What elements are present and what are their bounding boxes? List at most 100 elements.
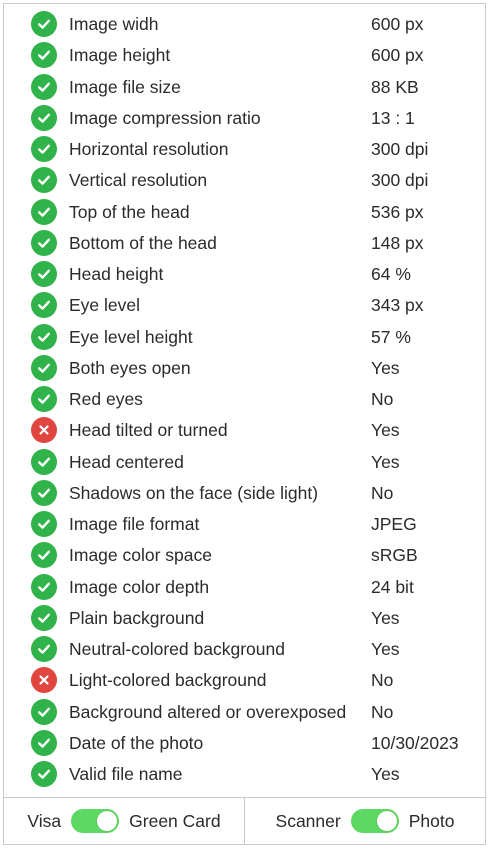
check-value: 148 px [371, 232, 424, 253]
check-value: No [371, 482, 394, 503]
check-label: Top of the head [69, 201, 190, 222]
check-value: 24 bit [371, 576, 414, 597]
check-circle-icon [31, 448, 57, 475]
check-label: Shadows on the face (side light) [69, 482, 319, 503]
check-value: Yes [371, 420, 400, 441]
check-list: Image widh 600 px Image height 600 px Image … [4, 8, 485, 789]
check-circle-icon [31, 104, 57, 131]
check-label: Light-colored background [69, 670, 267, 691]
check-label: Image widh [69, 14, 159, 34]
visa-label: Visa [27, 810, 62, 831]
scanner-label: Scanner [275, 810, 341, 831]
document-type-switch: Visa Green Card [4, 798, 244, 844]
check-circle-icon [31, 11, 57, 37]
check-row: Bottom of the head 148 px [4, 227, 485, 258]
check-circle-icon [31, 729, 57, 756]
check-row: Top of the head 536 px [4, 196, 485, 227]
check-row: Image color space sRGB [4, 539, 485, 570]
check-label: Head tilted or turned [69, 420, 228, 441]
check-label: Both eyes open [69, 357, 191, 378]
check-label: Image color space [69, 545, 212, 566]
check-circle-icon [31, 761, 57, 787]
check-circle-icon [31, 354, 57, 381]
check-circle-icon [31, 73, 57, 100]
check-row: Head tilted or turned Yes [4, 414, 485, 445]
check-label: Plain background [69, 607, 205, 628]
check-value: 600 px [371, 45, 424, 66]
check-value: Yes [371, 451, 400, 472]
check-row: Plain background Yes [4, 602, 485, 633]
check-circle-icon [31, 604, 57, 631]
check-row: Valid file name Yes [4, 758, 485, 789]
check-value: 300 dpi [371, 139, 429, 159]
check-value: No [371, 670, 394, 691]
check-label: Eye level [69, 295, 141, 316]
check-row: Red eyes No [4, 383, 485, 414]
check-row: Image file format JPEG [4, 508, 485, 539]
check-circle-icon [31, 542, 57, 569]
check-value: 64 % [371, 264, 411, 284]
check-value: 10/30/2023 [371, 732, 459, 753]
check-row: Shadows on the face (side light) No [4, 477, 485, 508]
photo-check-panel: Image widh 600 px Image height 600 px Image … [3, 3, 486, 845]
check-circle-icon [31, 136, 57, 162]
check-row: Eye level 343 px [4, 289, 485, 320]
check-value: 536 px [371, 201, 424, 222]
check-row: Date of the photo 10/30/2023 [4, 727, 485, 758]
green-card-label: Green Card [129, 810, 221, 831]
check-value: 88 KB [371, 76, 419, 97]
toggle-knob [376, 811, 397, 831]
check-label: Head centered [69, 451, 184, 472]
x-circle-icon [31, 667, 57, 694]
check-label: Eye level height [69, 326, 193, 347]
check-label: Head height [69, 264, 164, 284]
source-type-switch: Scanner Photo [244, 798, 485, 844]
check-label: Horizontal resolution [69, 139, 229, 159]
check-label: Background altered or overexposed [69, 701, 347, 722]
source-type-toggle[interactable] [350, 809, 399, 833]
check-row: Head height 64 % [4, 258, 485, 289]
check-circle-icon [31, 261, 57, 287]
check-circle-icon [31, 292, 57, 319]
check-row: Background altered or overexposed No [4, 696, 485, 727]
check-label: Image file size [69, 76, 181, 97]
check-row: Neutral-colored background Yes [4, 633, 485, 664]
check-value: Yes [371, 764, 400, 784]
mode-toggle-bar: Visa Green Card Scanner Photo [4, 797, 485, 844]
check-value: Yes [371, 357, 400, 378]
check-row: Image compression ratio 13 : 1 [4, 102, 485, 133]
check-row: Image widh 600 px [4, 8, 485, 39]
x-circle-icon [31, 417, 57, 444]
check-circle-icon [31, 698, 57, 725]
check-row: Both eyes open Yes [4, 352, 485, 383]
document-type-toggle[interactable] [71, 809, 120, 833]
check-circle-icon [31, 386, 57, 412]
check-value: No [371, 701, 394, 722]
check-value: 300 dpi [371, 170, 429, 191]
check-label: Image file format [69, 514, 200, 534]
check-row: Image color depth 24 bit [4, 571, 485, 602]
toggle-knob [97, 811, 118, 831]
check-label: Bottom of the head [69, 232, 217, 253]
check-value: sRGB [371, 545, 418, 566]
check-row: Image file size 88 KB [4, 71, 485, 102]
check-value: No [371, 389, 394, 409]
check-label: Image compression ratio [69, 107, 261, 128]
check-label: Image height [69, 45, 171, 66]
check-circle-icon [31, 323, 57, 350]
check-value: Yes [371, 607, 400, 628]
check-value: Yes [371, 639, 400, 659]
check-value: 600 px [371, 14, 424, 34]
check-circle-icon [31, 636, 57, 662]
check-value: 57 % [371, 326, 411, 347]
check-label: Image color depth [69, 576, 210, 597]
check-label: Red eyes [69, 389, 143, 409]
check-circle-icon [31, 573, 57, 600]
check-circle-icon [31, 229, 57, 256]
check-circle-icon [31, 511, 57, 537]
check-label: Neutral-colored background [69, 639, 285, 659]
check-label: Date of the photo [69, 732, 204, 753]
check-row: Image height 600 px [4, 39, 485, 70]
check-circle-icon [31, 167, 57, 194]
check-circle-icon [31, 42, 57, 69]
